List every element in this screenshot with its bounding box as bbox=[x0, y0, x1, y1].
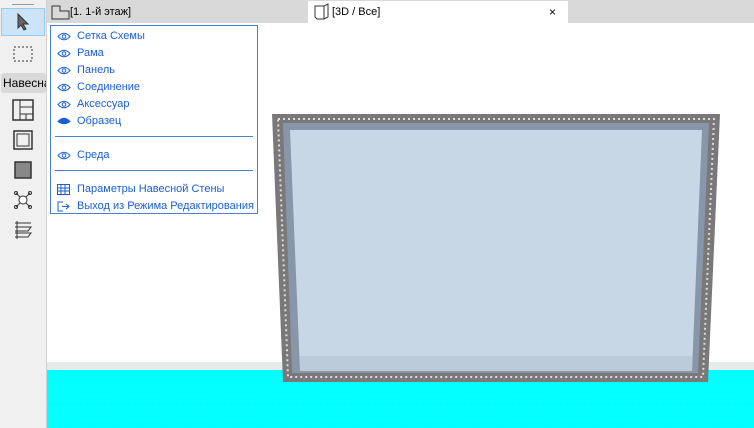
curtain-wall[interactable] bbox=[272, 114, 720, 382]
junction-icon bbox=[14, 191, 32, 209]
floor-plan-icon bbox=[51, 5, 70, 20]
menu-separator bbox=[55, 136, 253, 137]
arrow-icon bbox=[17, 13, 30, 31]
menu-item-junction[interactable]: Соединение bbox=[57, 79, 140, 95]
eye-icon bbox=[57, 32, 71, 41]
eye-icon bbox=[57, 66, 71, 75]
exit-icon bbox=[57, 201, 71, 212]
marquee-tool-button[interactable] bbox=[1, 40, 45, 68]
eye-icon bbox=[57, 151, 71, 160]
grid-tool-button[interactable] bbox=[1, 96, 45, 124]
tab-label: [3D / Все] bbox=[332, 6, 381, 18]
curtain-grid-icon bbox=[12, 99, 34, 121]
accessory-icon bbox=[15, 221, 32, 239]
frame-icon bbox=[13, 130, 33, 150]
eye-icon bbox=[57, 100, 71, 109]
3d-box-icon bbox=[314, 3, 329, 20]
junction-tool-button[interactable] bbox=[1, 186, 45, 214]
menu-item-sample[interactable]: Образец bbox=[57, 113, 121, 129]
frame-tool-button[interactable] bbox=[1, 126, 45, 154]
accessory-tool-button[interactable] bbox=[1, 216, 45, 244]
panel-tool-button[interactable] bbox=[1, 156, 45, 184]
arrow-tool-button[interactable] bbox=[1, 8, 45, 36]
tab-label: [1. 1-й этаж] bbox=[70, 6, 132, 18]
menu-item-exit-edit-mode[interactable]: Выход из Режима Редактирования bbox=[57, 198, 254, 214]
eye-icon bbox=[57, 49, 71, 58]
marquee-icon bbox=[13, 46, 33, 62]
toolbar-grip[interactable] bbox=[12, 4, 34, 5]
close-tab-button[interactable]: × bbox=[549, 5, 556, 19]
section-label: Навесна bbox=[1, 73, 46, 93]
panel-icon bbox=[14, 161, 32, 179]
menu-item-accessory[interactable]: Аксессуар bbox=[57, 96, 130, 112]
left-toolbox: Навесна bbox=[0, 0, 47, 428]
tab-3d-view[interactable]: [3D / Все] × bbox=[308, 1, 568, 23]
menu-item-frame[interactable]: Рама bbox=[57, 45, 104, 61]
menu-item-curtain-wall-settings[interactable]: Параметры Навесной Стены bbox=[57, 181, 224, 197]
glass-panel bbox=[290, 130, 702, 371]
curtain-wall-context-menu: Сетка Схемы Рама Панель Соединение Аксес… bbox=[50, 25, 258, 214]
menu-separator bbox=[55, 170, 253, 171]
tab-bar: [1. 1-й этаж] [3D / Все] × bbox=[47, 0, 754, 23]
menu-item-scheme-grid[interactable]: Сетка Схемы bbox=[57, 28, 145, 44]
menu-item-panel[interactable]: Панель bbox=[57, 62, 115, 78]
curtain-wall-settings-icon bbox=[57, 183, 71, 195]
tab-floor-plan[interactable]: [1. 1-й этаж] bbox=[50, 1, 131, 23]
eye-closed-icon bbox=[57, 117, 71, 126]
eye-icon bbox=[57, 83, 71, 92]
menu-item-environment[interactable]: Среда bbox=[57, 147, 109, 163]
